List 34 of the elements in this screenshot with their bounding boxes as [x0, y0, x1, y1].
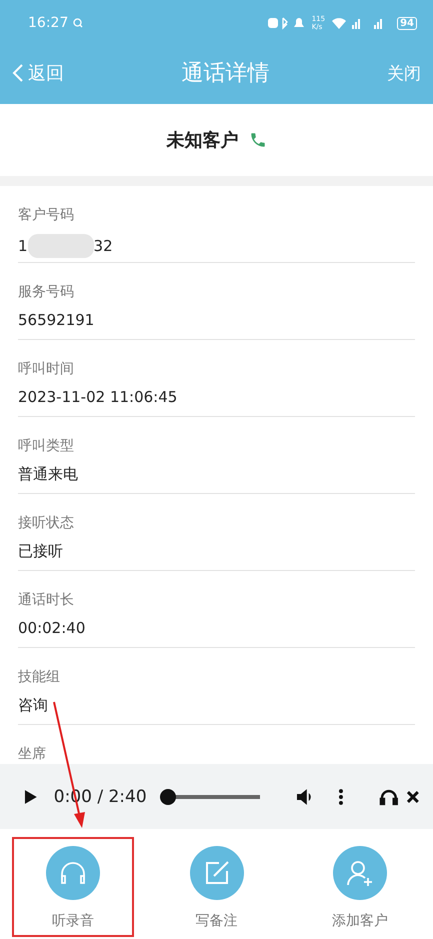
field-value: 1: [18, 237, 28, 255]
battery-level: 94: [397, 16, 417, 30]
field-label: 服务号码: [18, 283, 75, 301]
headphones-icon: [58, 860, 88, 886]
field-label: 技能组: [18, 668, 61, 686]
action-button[interactable]: 写备注: [156, 837, 278, 937]
field-label: 坐席: [18, 745, 47, 763]
field-value: 00:02:40: [18, 619, 86, 637]
add-user-icon: [345, 858, 375, 888]
field-value: 2023-11-02 11:06:45: [18, 388, 178, 406]
field-label: 呼叫类型: [18, 437, 75, 455]
phone-icon[interactable]: [248, 131, 266, 149]
more-icon[interactable]: [338, 788, 344, 806]
field-value: 已接听: [18, 542, 63, 561]
customer-name: 未知客户: [166, 129, 238, 152]
close-icon[interactable]: [406, 790, 420, 804]
page-title: 通话详情: [182, 60, 270, 88]
play-icon[interactable]: [24, 788, 38, 804]
back-chevron-icon: [12, 63, 24, 83]
headphones-icon[interactable]: [378, 788, 398, 806]
status-time: 16:27: [28, 15, 68, 31]
field-label: 客户号码: [18, 206, 75, 224]
field-value: 普通来电: [18, 465, 78, 484]
field-value: 56592191: [18, 311, 94, 329]
search-icon: [73, 18, 84, 28]
field-label: 通话时长: [18, 591, 75, 609]
status-icons-drawing: [266, 16, 307, 30]
progress-thumb[interactable]: [160, 788, 176, 804]
action-button[interactable]: 添加客户: [299, 837, 421, 937]
action-button[interactable]: 听录音: [12, 837, 134, 937]
field-label: 呼叫时间: [18, 360, 75, 378]
field-value: 32: [94, 237, 113, 255]
field-value: 咨询: [18, 696, 48, 715]
field-label: 接听状态: [18, 514, 75, 532]
